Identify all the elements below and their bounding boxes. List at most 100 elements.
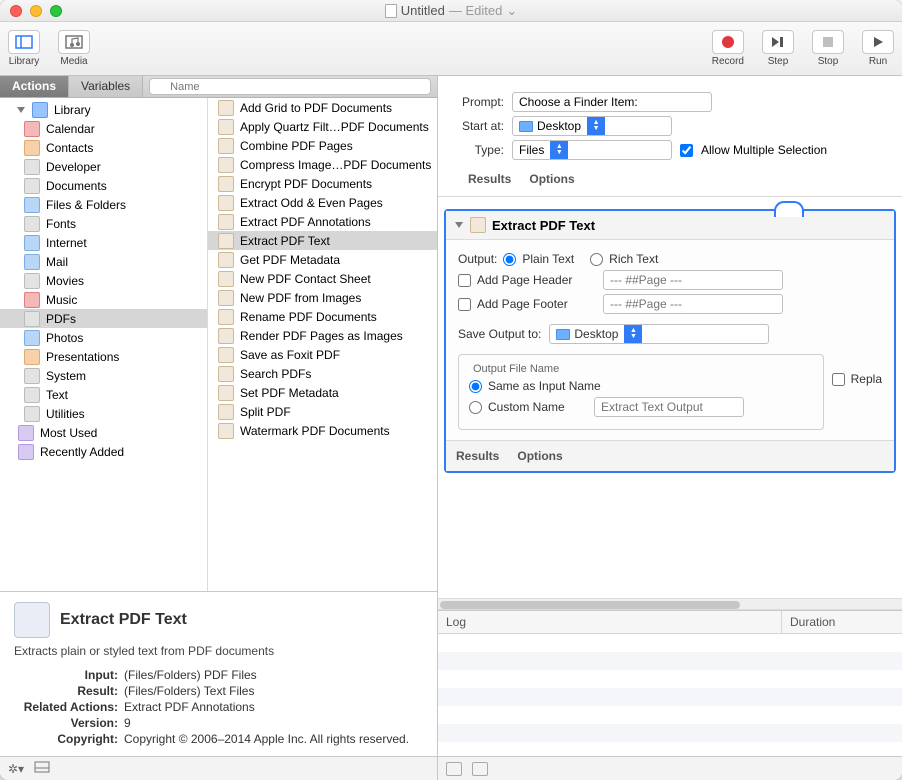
category-icon xyxy=(24,292,40,308)
library-item[interactable]: Documents xyxy=(0,176,207,195)
library-item[interactable]: Developer xyxy=(0,157,207,176)
library-item[interactable]: Files & Folders xyxy=(0,195,207,214)
action-item[interactable]: Rename PDF Documents xyxy=(208,307,437,326)
library-item[interactable]: Music xyxy=(0,290,207,309)
library-item[interactable]: Presentations xyxy=(0,347,207,366)
library-item[interactable]: Mail xyxy=(0,252,207,271)
rich-text-radio[interactable] xyxy=(590,253,603,266)
workflow-canvas[interactable]: Prompt: Start at: Desktop ▲▼ Type: xyxy=(438,76,902,598)
view-grid-icon[interactable] xyxy=(472,762,488,776)
action-item[interactable]: Encrypt PDF Documents xyxy=(208,174,437,193)
library-root[interactable]: Library xyxy=(0,100,207,119)
startat-label: Start at: xyxy=(448,119,504,133)
add-header-checkbox[interactable] xyxy=(458,274,471,287)
left-footer: ✲▾ xyxy=(0,756,437,780)
library-item[interactable]: Utilities xyxy=(0,404,207,423)
pdf-action-icon xyxy=(218,214,234,230)
pdf-action-icon xyxy=(218,309,234,325)
same-name-radio[interactable] xyxy=(469,380,482,393)
gear-icon[interactable]: ✲▾ xyxy=(8,762,24,776)
library-item[interactable]: Photos xyxy=(0,328,207,347)
toggle-info-icon[interactable] xyxy=(34,761,50,776)
action-item[interactable]: Save as Foxit PDF xyxy=(208,345,437,364)
pdf-action-icon xyxy=(218,385,234,401)
library-item[interactable]: Most Used xyxy=(0,423,207,442)
library-item[interactable]: Contacts xyxy=(0,138,207,157)
library-item[interactable]: Calendar xyxy=(0,119,207,138)
category-icon xyxy=(24,140,40,156)
library-item[interactable]: PDFs xyxy=(0,309,207,328)
action-item[interactable]: New PDF from Images xyxy=(208,288,437,307)
actions-list[interactable]: Add Grid to PDF DocumentsApply Quartz Fi… xyxy=(208,98,437,591)
action-item[interactable]: Compress Image…PDF Documents xyxy=(208,155,437,174)
plain-text-radio[interactable] xyxy=(503,253,516,266)
card-results-link[interactable]: Results xyxy=(456,449,499,463)
smart-folder-icon xyxy=(18,425,34,441)
action-item[interactable]: Apply Quartz Filt…PDF Documents xyxy=(208,117,437,136)
library-item[interactable]: System xyxy=(0,366,207,385)
options-link[interactable]: Options xyxy=(529,172,574,186)
smart-folder-icon xyxy=(18,444,34,460)
run-button[interactable]: Run xyxy=(862,30,894,67)
action-info-icon xyxy=(14,602,50,638)
action-item[interactable]: Render PDF Pages as Images xyxy=(208,326,437,345)
save-to-combo[interactable]: Desktop ▲▼ xyxy=(549,324,769,344)
library-button[interactable]: Library xyxy=(8,30,40,67)
action-item[interactable]: Add Grid to PDF Documents xyxy=(208,98,437,117)
library-item[interactable]: Text xyxy=(0,385,207,404)
pdf-action-icon xyxy=(218,404,234,420)
library-item[interactable]: Internet xyxy=(0,233,207,252)
action-item[interactable]: Extract PDF Annotations xyxy=(208,212,437,231)
record-button[interactable]: Record xyxy=(712,30,744,67)
folder-icon xyxy=(519,121,533,132)
tab-actions[interactable]: Actions xyxy=(0,76,69,97)
search-input[interactable] xyxy=(149,78,431,95)
action-item[interactable]: Set PDF Metadata xyxy=(208,383,437,402)
output-label: Output: xyxy=(458,252,497,266)
tab-variables[interactable]: Variables xyxy=(69,76,143,97)
chevron-down-icon[interactable]: ⌄ xyxy=(506,3,517,19)
disclosure-triangle-icon[interactable] xyxy=(455,222,463,228)
media-button[interactable]: Media xyxy=(58,30,90,67)
library-tabs: Actions Variables xyxy=(0,76,437,98)
allow-multiple-checkbox[interactable] xyxy=(680,144,693,157)
disclosure-triangle-icon[interactable] xyxy=(17,107,25,113)
prompt-input[interactable] xyxy=(512,92,712,112)
results-link[interactable]: Results xyxy=(468,172,511,186)
action-item[interactable]: Search PDFs xyxy=(208,364,437,383)
ask-finder-action: Prompt: Start at: Desktop ▲▼ Type: xyxy=(438,84,902,197)
extract-pdf-text-action: Extract PDF Text Output: Plain Text Rich… xyxy=(444,209,896,473)
action-item[interactable]: Get PDF Metadata xyxy=(208,250,437,269)
action-info-pane: Extract PDF Text Extracts plain or style… xyxy=(0,591,437,756)
library-list[interactable]: LibraryCalendarContactsDeveloperDocument… xyxy=(0,98,208,591)
replace-checkbox[interactable] xyxy=(832,373,845,386)
library-item[interactable]: Fonts xyxy=(0,214,207,233)
action-item[interactable]: New PDF Contact Sheet xyxy=(208,269,437,288)
type-combo[interactable]: Files ▲▼ xyxy=(512,140,672,160)
startat-combo[interactable]: Desktop ▲▼ xyxy=(512,116,672,136)
category-icon xyxy=(24,159,40,175)
action-info-title: Extract PDF Text xyxy=(60,611,187,629)
stop-button[interactable]: Stop xyxy=(812,30,844,67)
custom-name-radio[interactable] xyxy=(469,401,482,414)
connector-icon xyxy=(774,201,804,217)
action-item[interactable]: Extract PDF Text xyxy=(208,231,437,250)
action-item[interactable]: Watermark PDF Documents xyxy=(208,421,437,440)
action-item[interactable]: Combine PDF Pages xyxy=(208,136,437,155)
pdf-action-icon xyxy=(218,195,234,211)
horizontal-scrollbar[interactable] xyxy=(438,598,902,610)
action-item[interactable]: Extract Odd & Even Pages xyxy=(208,193,437,212)
view-list-icon[interactable] xyxy=(446,762,462,776)
action-item[interactable]: Split PDF xyxy=(208,402,437,421)
step-button[interactable]: Step xyxy=(762,30,794,67)
library-item[interactable]: Recently Added xyxy=(0,442,207,461)
log-column-header[interactable]: Log xyxy=(438,611,782,633)
category-icon xyxy=(24,349,40,365)
card-options-link[interactable]: Options xyxy=(517,449,562,463)
category-icon xyxy=(24,197,40,213)
prompt-label: Prompt: xyxy=(448,95,504,109)
add-footer-checkbox[interactable] xyxy=(458,298,471,311)
library-item[interactable]: Movies xyxy=(0,271,207,290)
duration-column-header[interactable]: Duration xyxy=(782,611,902,633)
category-icon xyxy=(24,368,40,384)
